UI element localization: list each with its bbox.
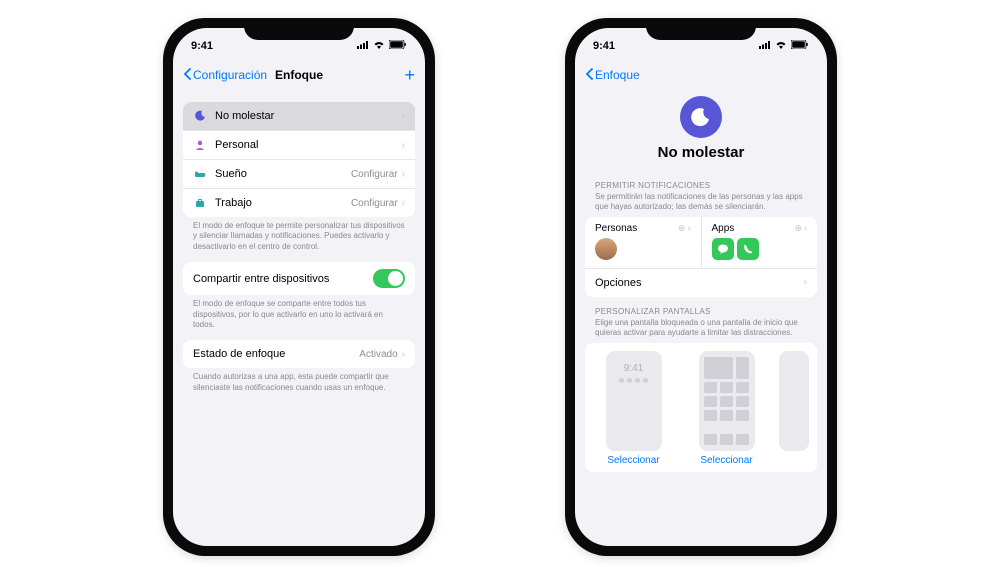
chevron-right-icon: › — [402, 140, 405, 151]
chevron-right-icon: › — [402, 349, 405, 360]
content: PERMITIR NOTIFICACIONES Se permitirán la… — [575, 171, 827, 472]
allow-header: PERMITIR NOTIFICACIONES — [585, 171, 817, 192]
briefcase-icon — [193, 196, 207, 210]
screens-header: PERSONALIZAR PANTALLAS — [585, 297, 817, 318]
screen-right: 9:41 Enfoque — [575, 28, 827, 546]
chevron-left-icon — [183, 68, 191, 83]
focus-row-no-molestar[interactable]: No molestar › — [183, 102, 415, 131]
share-toggle[interactable] — [373, 269, 405, 288]
allow-group: Personas ⊕ › Apps — [585, 217, 817, 297]
home-screen-preview: Seleccionar — [684, 351, 769, 466]
apps-cell[interactable]: Apps ⊕ › — [702, 217, 818, 268]
signal-icon — [759, 40, 771, 52]
screens-sub: Elige una pantalla bloqueada o una panta… — [585, 318, 817, 343]
screens-group: 9:41 Seleccionar — [585, 343, 817, 472]
row-value: Configurar — [351, 169, 398, 180]
select-lock-button[interactable]: Seleccionar — [607, 455, 659, 466]
apps-label: Apps — [712, 223, 735, 234]
footer-modes: El modo de enfoque te permite personaliz… — [183, 217, 415, 252]
messages-app-icon — [712, 238, 734, 260]
people-cell[interactable]: Personas ⊕ › — [585, 217, 702, 268]
row-label: No molestar — [215, 110, 402, 122]
share-label: Compartir entre dispositivos — [193, 273, 373, 285]
notch — [244, 18, 354, 40]
moon-icon — [193, 109, 207, 123]
person-icon — [193, 138, 207, 152]
chevron-right-icon: › — [688, 223, 691, 233]
back-label: Enfoque — [595, 68, 640, 82]
status-indicators — [759, 40, 809, 52]
people-label: Personas — [595, 223, 637, 234]
status-time: 9:41 — [191, 40, 213, 52]
nav-bar: Enfoque — [575, 58, 827, 92]
chevron-right-icon: › — [402, 111, 405, 122]
focus-row-work[interactable]: Trabajo Configurar › — [183, 189, 415, 217]
lock-screen-preview: 9:41 Seleccionar — [591, 351, 676, 466]
gear-icon: ⊕ — [794, 223, 802, 234]
focus-row-sleep[interactable]: Sueño Configurar › — [183, 160, 415, 189]
share-row: Compartir entre dispositivos — [183, 262, 415, 295]
options-label: Opciones — [595, 277, 641, 289]
lock-screen-thumb[interactable]: 9:41 — [606, 351, 662, 451]
hero: No molestar — [575, 92, 827, 171]
chevron-right-icon: › — [804, 277, 807, 288]
apps-actions: ⊕ › — [794, 223, 807, 234]
focus-row-personal[interactable]: Personal › — [183, 131, 415, 160]
chevron-right-icon: › — [804, 223, 807, 233]
notch — [646, 18, 756, 40]
battery-icon — [389, 40, 407, 52]
preview-time: 9:41 — [611, 363, 657, 374]
chevron-left-icon — [585, 68, 593, 83]
extra-thumb[interactable] — [779, 351, 809, 451]
phone-right: 9:41 Enfoque — [565, 18, 837, 556]
share-group: Compartir entre dispositivos — [183, 262, 415, 295]
people-actions: ⊕ › — [678, 223, 691, 234]
preview-app-grid — [704, 357, 750, 421]
extra-preview — [777, 351, 811, 466]
preview-dock — [704, 434, 750, 445]
nav-bar: Configuración Enfoque + — [173, 58, 425, 92]
footer-status: Cuando autorizas a una app, esta puede c… — [183, 368, 415, 393]
back-button[interactable]: Enfoque — [585, 68, 640, 83]
row-value: Configurar — [351, 198, 398, 209]
page-title: Enfoque — [275, 68, 323, 82]
chevron-right-icon: › — [402, 169, 405, 180]
row-label: Personal — [215, 139, 402, 151]
row-label: Sueño — [215, 168, 351, 180]
status-group: Estado de enfoque Activado › — [183, 340, 415, 368]
screen-left: 9:41 Configuración Enfoque — [173, 28, 425, 546]
focus-modes-list: No molestar › Personal › Sueño Configura… — [183, 102, 415, 217]
status-time: 9:41 — [593, 40, 615, 52]
preview-widgets — [611, 378, 657, 383]
phone-left: 9:41 Configuración Enfoque — [163, 18, 435, 556]
wifi-icon — [373, 40, 385, 52]
chevron-right-icon: › — [402, 198, 405, 209]
focus-status-row[interactable]: Estado de enfoque Activado › — [183, 340, 415, 368]
bed-icon — [193, 167, 207, 181]
phone-app-icon — [737, 238, 759, 260]
wifi-icon — [775, 40, 787, 52]
add-button[interactable]: + — [404, 65, 415, 86]
status-indicators — [357, 40, 407, 52]
row-label: Trabajo — [215, 197, 351, 209]
hero-title: No molestar — [575, 144, 827, 161]
back-label: Configuración — [193, 68, 267, 82]
content: No molestar › Personal › Sueño Configura… — [173, 102, 425, 393]
signal-icon — [357, 40, 369, 52]
status-value: Activado — [359, 349, 397, 360]
allow-sub: Se permitirán las notificaciones de las … — [585, 192, 817, 217]
back-button[interactable]: Configuración — [183, 68, 267, 83]
options-row[interactable]: Opciones › — [585, 268, 817, 297]
select-home-button[interactable]: Seleccionar — [700, 455, 752, 466]
footer-share: El modo de enfoque se comparte entre tod… — [183, 295, 415, 330]
gear-icon: ⊕ — [678, 223, 686, 234]
home-screen-thumb[interactable] — [699, 351, 755, 451]
status-label: Estado de enfoque — [193, 348, 359, 360]
battery-icon — [791, 40, 809, 52]
contact-avatar — [595, 238, 617, 260]
hero-moon-icon — [680, 96, 722, 138]
